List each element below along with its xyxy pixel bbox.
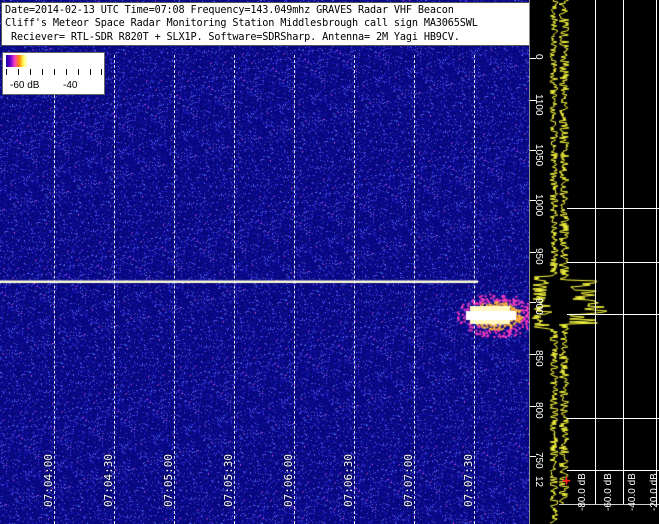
- time-label: 07:04:30: [102, 454, 115, 507]
- freq-label: 850: [533, 350, 544, 367]
- freq-label: 0: [533, 54, 544, 60]
- freq-label: 12: [533, 476, 544, 488]
- scale-tick: [18, 69, 19, 75]
- time-label: 07:07:00: [402, 454, 415, 507]
- header-line-date: Date=2014-02-13 UTC Time=07:08 Frequency…: [5, 5, 454, 16]
- scale-tick: [42, 69, 43, 75]
- db-gridline: [595, 0, 596, 505]
- time-label: 07:06:30: [342, 454, 355, 507]
- db-hline: [567, 470, 659, 471]
- db-gridline: [623, 0, 624, 505]
- freq-label: 750: [533, 452, 544, 469]
- color-scale-ticks: [6, 69, 102, 75]
- header-line-receiver: Reciever= RTL-SDR R820T + SLX1P. Softwar…: [5, 31, 460, 43]
- freq-label: 1100: [533, 94, 544, 116]
- db-label: -60.0 dB: [603, 473, 614, 511]
- frequency-axis: 0 1100 1050 1000 950 900 850 800 750 12: [529, 0, 559, 524]
- scale-tick: [66, 69, 67, 75]
- legend-min-label: -60 dB: [10, 80, 40, 91]
- color-scale-legend: -60 dB -40: [2, 52, 105, 95]
- scale-tick: [90, 69, 91, 75]
- scale-tick: [30, 69, 31, 75]
- color-scale-gradient: [6, 55, 28, 67]
- db-label: -40.0 dB: [627, 473, 638, 511]
- time-label: 07:05:00: [162, 454, 175, 507]
- freq-label: 950: [533, 248, 544, 265]
- time-label: 07:07:30: [462, 454, 475, 507]
- db-label: -80.0 dB: [577, 473, 588, 511]
- freq-label: 1000: [533, 194, 544, 217]
- scale-tick: [78, 69, 79, 75]
- scale-tick: [54, 69, 55, 75]
- db-gridline: [656, 0, 657, 505]
- db-hline: [567, 262, 659, 263]
- freq-label: 900: [533, 298, 544, 315]
- legend-max-label: -40: [63, 80, 78, 91]
- header-line-station: Cliff's Meteor Space Radar Monitoring St…: [5, 18, 478, 30]
- freq-label: 800: [533, 402, 544, 419]
- time-label: 07:04:00: [42, 454, 55, 507]
- station-info-header: Date=2014-02-13 UTC Time=07:08 Frequency…: [1, 2, 536, 46]
- scale-tick: [6, 69, 7, 75]
- db-hline: [567, 314, 659, 315]
- time-label: 07:05:30: [222, 454, 235, 507]
- sdrsharp-waterfall-window: 07:04:00 07:04:30 07:05:00 07:05:30 07:0…: [0, 0, 659, 524]
- db-hline: [567, 418, 659, 419]
- db-label: -20.0 dB: [649, 473, 659, 511]
- freq-label: 1050: [533, 144, 544, 167]
- time-label: 07:06:00: [282, 454, 295, 507]
- frequency-cursor-marker[interactable]: +: [561, 474, 572, 488]
- db-hline: [567, 208, 659, 209]
- spectrum-panel[interactable]: -80.0 dB -60.0 dB -40.0 dB -20.0 dB: [559, 0, 659, 524]
- scale-tick: [101, 69, 102, 75]
